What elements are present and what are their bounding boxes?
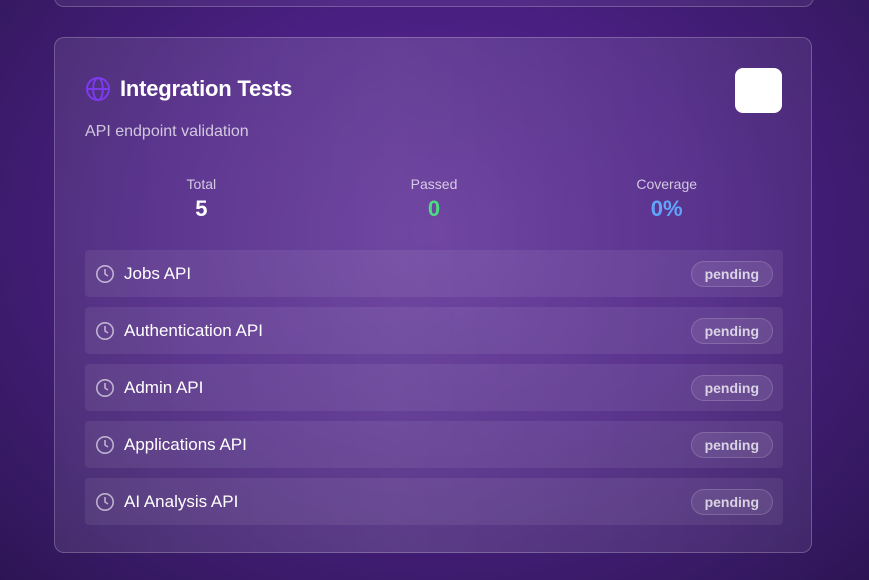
test-item-jobs-api[interactable]: Jobs API pending bbox=[85, 250, 783, 297]
status-badge: pending bbox=[690, 260, 773, 287]
test-item-ai-analysis-api[interactable]: AI Analysis API pending bbox=[85, 478, 783, 525]
status-badge: pending bbox=[690, 374, 773, 401]
card-subtitle: API endpoint validation bbox=[85, 123, 249, 140]
integration-tests-card: Integration Tests API endpoint validatio… bbox=[54, 37, 812, 553]
stat-label: Total bbox=[186, 176, 217, 192]
globe-icon bbox=[85, 76, 111, 102]
test-item-applications-api[interactable]: Applications API pending bbox=[85, 421, 783, 468]
stat-coverage: Coverage 0% bbox=[550, 176, 783, 222]
test-name: Applications API bbox=[124, 434, 247, 454]
test-item-admin-api[interactable]: Admin API pending bbox=[85, 364, 783, 411]
stats-row: Total 5 Passed 0 Coverage 0% bbox=[85, 176, 783, 222]
clock-icon bbox=[95, 264, 115, 284]
card-title: Integration Tests bbox=[120, 76, 293, 101]
stat-label: Passed bbox=[410, 176, 458, 192]
test-name: AI Analysis API bbox=[124, 491, 239, 511]
test-name: Authentication API bbox=[124, 320, 263, 340]
clock-icon bbox=[95, 435, 115, 455]
card-header: Integration Tests bbox=[85, 76, 292, 102]
clock-icon bbox=[95, 492, 115, 512]
run-tests-button[interactable] bbox=[735, 68, 782, 113]
test-item-authentication-api[interactable]: Authentication API pending bbox=[85, 307, 783, 354]
stat-passed: Passed 0 bbox=[318, 176, 551, 222]
stat-label: Coverage bbox=[636, 176, 698, 192]
status-badge: pending bbox=[690, 431, 773, 458]
clock-icon bbox=[95, 321, 115, 341]
stat-value: 0 bbox=[427, 196, 441, 221]
stat-value: 0% bbox=[650, 196, 683, 221]
status-badge: pending bbox=[690, 488, 773, 515]
previous-card bbox=[54, 0, 814, 7]
test-name: Jobs API bbox=[124, 263, 192, 283]
status-badge: pending bbox=[690, 317, 773, 344]
stat-value: 5 bbox=[195, 196, 208, 221]
clock-icon bbox=[95, 378, 115, 398]
test-name: Admin API bbox=[124, 377, 204, 397]
stat-total: Total 5 bbox=[85, 176, 318, 222]
test-list: Jobs API pending Authentication API pend… bbox=[85, 250, 783, 535]
